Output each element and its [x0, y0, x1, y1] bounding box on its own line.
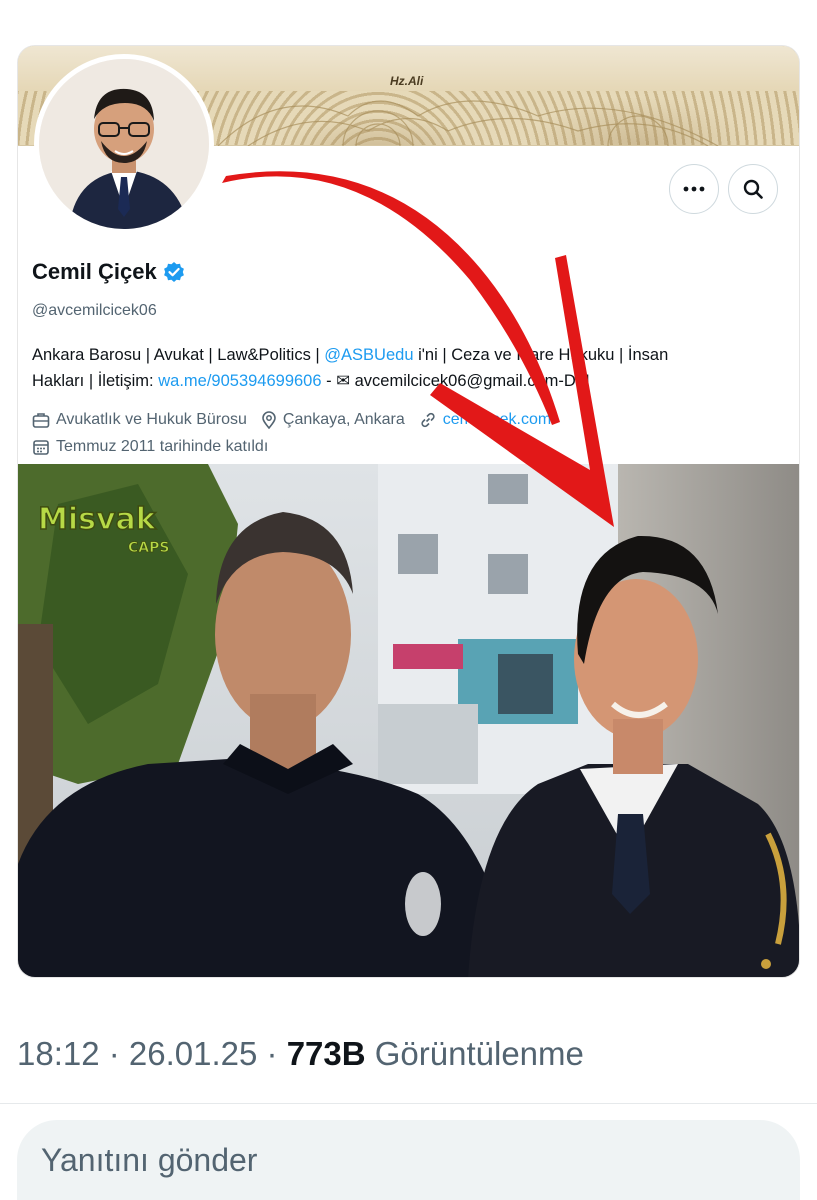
joined-item: Temmuz 2011 tarihinde katıldı	[32, 438, 268, 456]
tweet-views-count[interactable]: 773B	[287, 1035, 366, 1072]
website-item[interactable]: cemilcicek.com	[419, 411, 551, 429]
tweet-timestamp: 18:12 · 26.01.25 · 773B Görüntülenme	[17, 1035, 584, 1073]
bio-mention-link[interactable]: @ASBUedu	[324, 346, 413, 364]
embedded-profile-screenshot: Hz.Ali Cemil Çiçek @avcemilcicek06 Ankar…	[17, 45, 800, 978]
link-icon	[421, 412, 435, 428]
profile-bio: Ankara Barosu | Avukat | Law&Politics | …	[32, 342, 792, 394]
tweet-photo[interactable]: Misvak CAPS	[18, 464, 799, 977]
bio-text: Hakları | İletişim:	[32, 372, 159, 390]
banner-caption: Hz.Ali	[390, 74, 424, 88]
briefcase-icon	[32, 413, 50, 428]
category-item: Avukatlık ve Hukuk Bürosu	[32, 411, 247, 429]
tweet-views-label: Görüntülenme	[365, 1035, 584, 1072]
bio-text: i'ni | Ceza ve İdare Hukuku | İnsan	[413, 346, 669, 364]
bio-text: - ✉ avcemilcic⁠ek06@gmail.com-DM	[321, 372, 590, 390]
website-link[interactable]: cemilcicek.com	[443, 411, 551, 429]
joined-text: Temmuz 2011 tarihinde katıldı	[56, 438, 269, 455]
profile-avatar[interactable]	[34, 54, 214, 234]
profile-meta-row: Avukatlık ve Hukuk Bürosu Çankaya, Ankar…	[32, 411, 565, 429]
two-men-photo: Misvak CAPS	[18, 464, 799, 977]
reply-input[interactable]: Yanıtını gönder	[17, 1120, 800, 1200]
tweet-time: 18:12 · 26.01.25 ·	[17, 1035, 287, 1072]
search-icon	[743, 179, 763, 199]
photo-watermark-top: Misvak	[38, 502, 157, 537]
location-item: Çankaya, Ankara	[261, 411, 405, 429]
reply-placeholder: Yanıtını gönder	[41, 1142, 258, 1178]
category-text: Avukatlık ve Hukuk Bürosu	[56, 411, 247, 428]
calendar-icon	[33, 440, 49, 455]
location-pin-icon	[262, 411, 276, 429]
bio-whatsapp-link[interactable]: wa.me/905394699606	[158, 372, 321, 390]
profile-name: Cemil Çiçek	[32, 259, 157, 284]
profile-name-row: Cemil Çiçek	[32, 259, 185, 285]
more-options-button[interactable]	[669, 164, 719, 214]
photo-watermark-bottom: CAPS	[128, 540, 169, 556]
more-dots-icon	[683, 186, 705, 192]
location-text: Çankaya, Ankara	[282, 411, 405, 428]
avatar-photo	[39, 59, 209, 229]
bio-text: Ankara Barosu | Avukat | Law&Politics |	[32, 346, 325, 364]
verified-badge-icon	[163, 262, 184, 282]
search-button[interactable]	[728, 164, 778, 214]
divider	[0, 1103, 817, 1104]
profile-handle: @avcemilcicek06	[32, 302, 157, 319]
profile-joined-row: Temmuz 2011 tarihinde katıldı	[32, 438, 282, 456]
